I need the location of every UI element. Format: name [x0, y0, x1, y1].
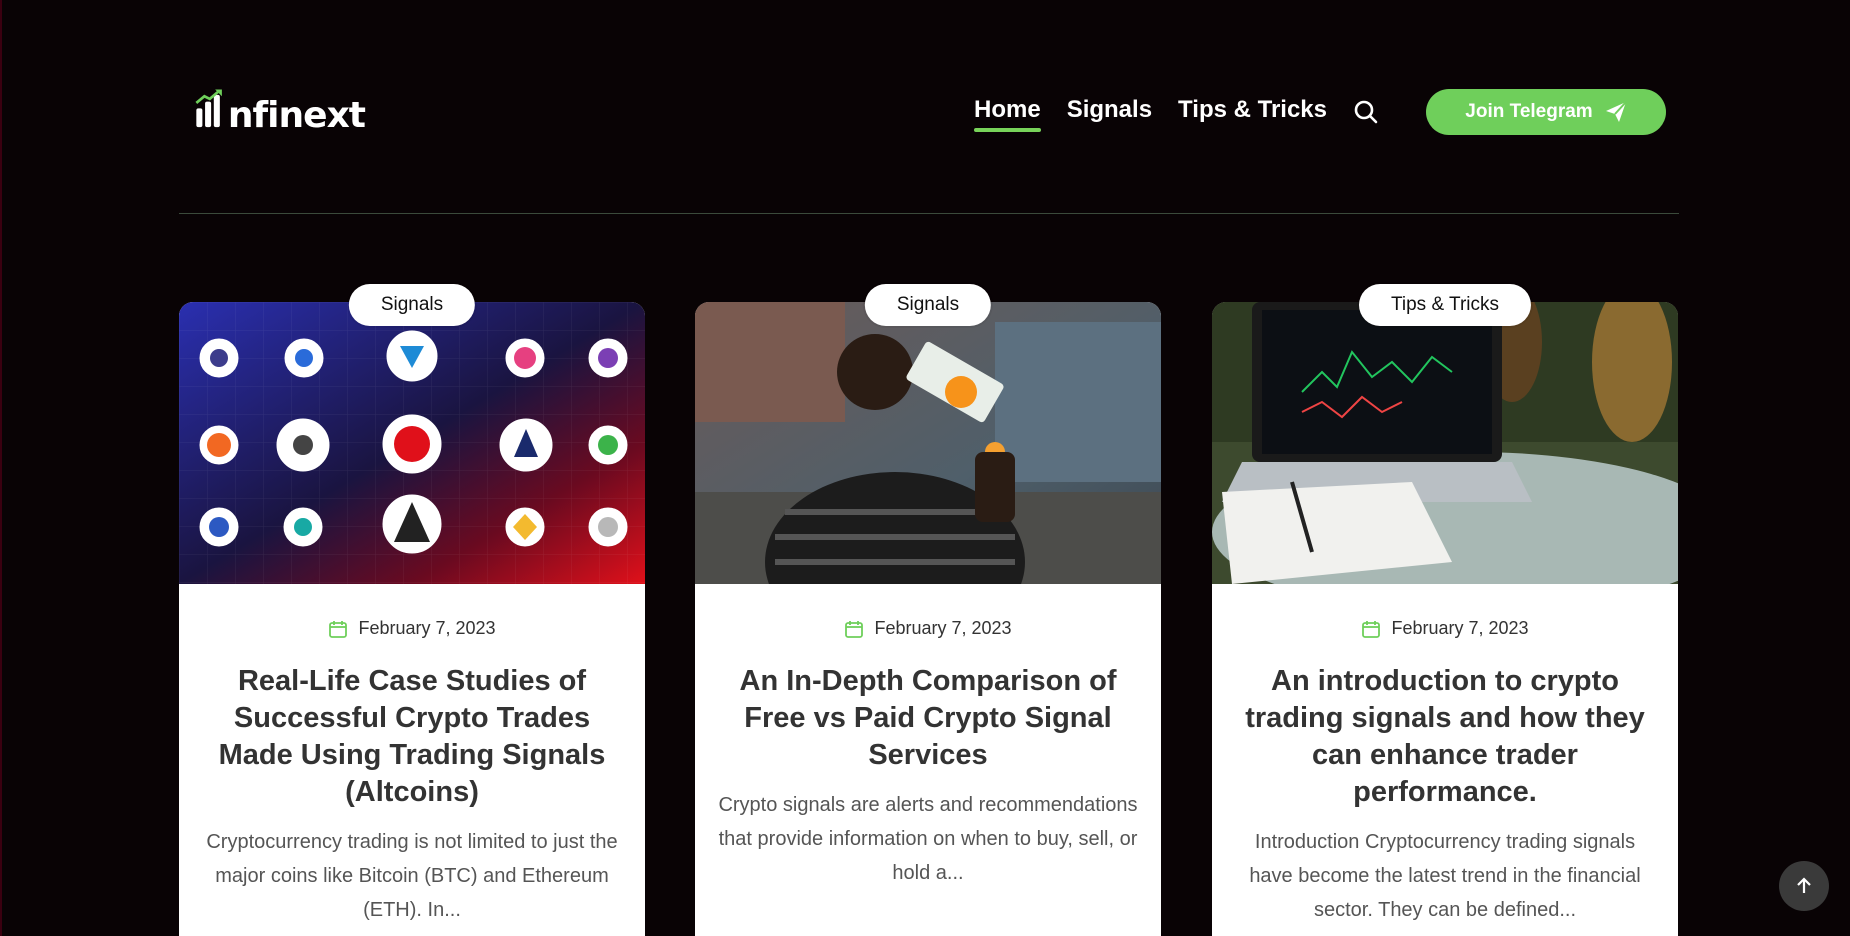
logo-text: nfinext	[227, 95, 366, 136]
post-date: February 7, 2023	[874, 618, 1012, 638]
arrow-up-icon	[1797, 877, 1811, 893]
post-excerpt: Crypto signals are alerts and recommenda…	[718, 794, 1138, 884]
join-telegram-label: Join Telegram	[1465, 101, 1593, 122]
laptop-trading-chart-image	[1212, 302, 1678, 584]
post-card[interactable]: Signals	[695, 284, 1161, 936]
site-logo[interactable]: nfinext	[195, 76, 366, 138]
category-badge[interactable]: Signals	[864, 284, 992, 326]
paper-plane-icon	[1605, 101, 1627, 122]
header-divider	[179, 213, 1679, 214]
post-thumbnail[interactable]	[179, 302, 645, 584]
post-title[interactable]: An In-Depth Comparison of Free vs Paid C…	[713, 663, 1143, 774]
post-excerpt: Introduction Cryptocurrency trading sign…	[1249, 831, 1641, 921]
post-date: February 7, 2023	[358, 618, 496, 638]
post-meta: February 7, 2023	[1212, 618, 1678, 639]
post-card[interactable]: Tips & Tricks February 7, 2023 An introd…	[1212, 284, 1678, 936]
main-nav: Home Signals Tips & Tricks	[974, 96, 1434, 132]
crypto-coins-image	[179, 302, 645, 584]
nav-tips-tricks[interactable]: Tips & Tricks	[1178, 96, 1327, 128]
back-to-top-button[interactable]	[1779, 861, 1829, 911]
join-telegram-button[interactable]: Join Telegram	[1426, 89, 1666, 135]
post-date: February 7, 2023	[1391, 618, 1529, 638]
man-burning-bitcoin-image	[695, 302, 1161, 584]
category-badge[interactable]: Signals	[348, 284, 476, 326]
category-badge[interactable]: Tips & Tricks	[1358, 284, 1532, 326]
post-card[interactable]: Signals	[179, 284, 645, 936]
post-thumbnail[interactable]	[695, 302, 1161, 584]
calendar-icon	[845, 620, 864, 638]
post-meta: February 7, 2023	[695, 618, 1161, 639]
post-meta: February 7, 2023	[179, 618, 645, 639]
logo-bars-icon	[195, 89, 222, 128]
post-title[interactable]: Real-Life Case Studies of Successful Cry…	[197, 663, 627, 811]
search-icon[interactable]	[1353, 99, 1379, 125]
post-excerpt: Cryptocurrency trading is not limited to…	[206, 831, 618, 921]
nav-signals[interactable]: Signals	[1067, 96, 1152, 128]
nav-home[interactable]: Home	[974, 96, 1041, 132]
calendar-icon	[1362, 620, 1381, 638]
calendar-icon	[329, 620, 348, 638]
post-title[interactable]: An introduction to crypto trading signal…	[1230, 663, 1660, 811]
post-thumbnail[interactable]	[1212, 302, 1678, 584]
